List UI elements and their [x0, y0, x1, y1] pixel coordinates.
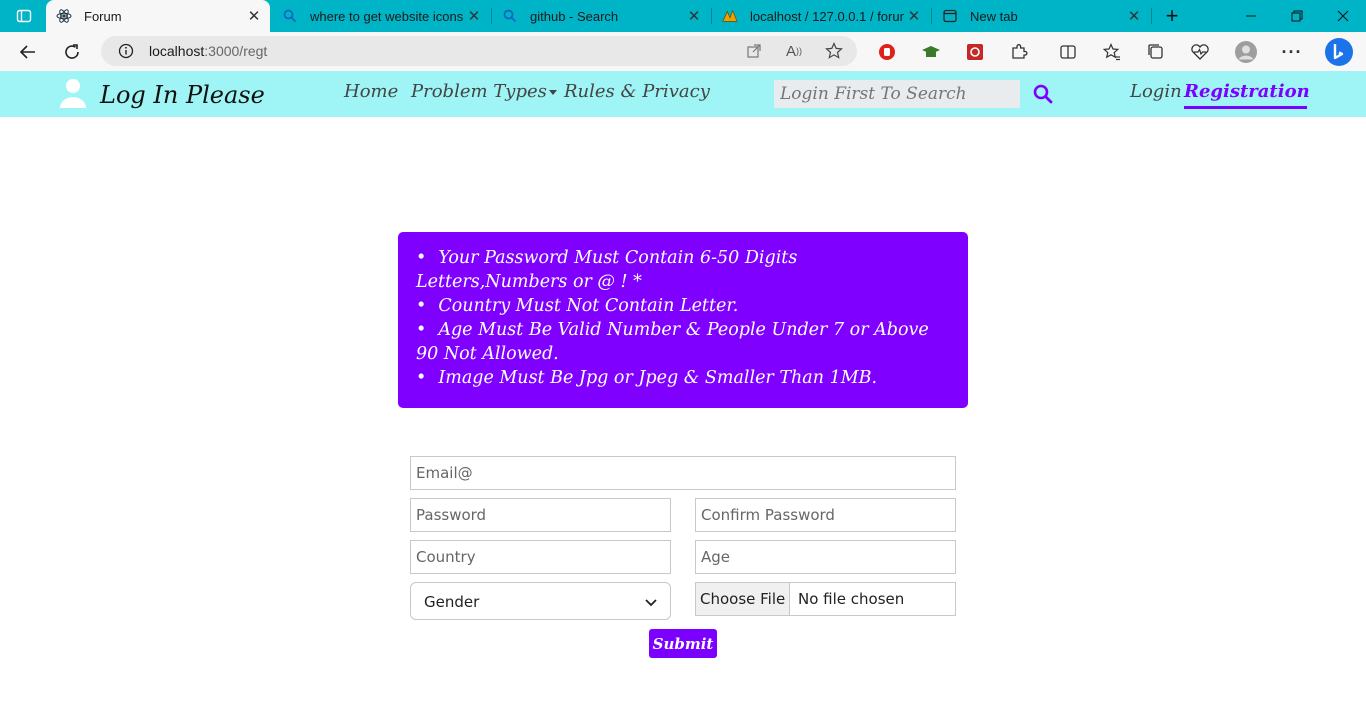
browser-toolbar: localhost:3000/regt A)) ··· [0, 32, 1366, 71]
close-tab-icon[interactable]: ✕ [684, 7, 704, 25]
rule-text: Your Password Must Contain 6-50 Digits L… [416, 248, 798, 292]
search-input[interactable] [774, 80, 1020, 108]
brand-title: Log In Please [100, 81, 265, 109]
close-tab-icon[interactable]: ✕ [464, 7, 484, 25]
site-info-icon[interactable] [112, 37, 140, 65]
refresh-icon[interactable] [58, 38, 86, 66]
tab-new-tab[interactable]: New tab ✕ [932, 0, 1150, 32]
nav-problem-types[interactable]: Problem Types [411, 81, 557, 102]
email-field[interactable] [410, 456, 956, 490]
tab-icons-search[interactable]: where to get website icons fo ✕ [272, 0, 490, 32]
registration-rules: • Your Password Must Contain 6-50 Digits … [398, 232, 968, 408]
password-field[interactable] [410, 498, 671, 532]
graduation-extension-icon[interactable] [917, 38, 945, 66]
react-icon [56, 8, 72, 24]
choose-file-button[interactable]: Choose File [696, 583, 790, 615]
rule-text: Age Must Be Valid Number & People Under … [416, 320, 929, 364]
nav-registration[interactable]: Registration [1184, 77, 1310, 109]
rule-item: • Your Password Must Contain 6-50 Digits … [416, 248, 798, 292]
tab-phpmyadmin[interactable]: localhost / 127.0.0.1 / forum ✕ [712, 0, 930, 32]
new-tab-button[interactable]: + [1149, 0, 1195, 32]
rule-item: • Image Must Be Jpg or Jpeg & Smaller Tha… [416, 368, 878, 388]
close-tab-icon[interactable]: ✕ [244, 7, 264, 25]
url-path: :3000/regt [204, 43, 268, 59]
open-in-app-icon[interactable] [740, 37, 768, 65]
caret-down-icon [548, 89, 557, 95]
age-field[interactable] [695, 540, 956, 574]
rule-item: • Age Must Be Valid Number & People Under… [416, 320, 929, 364]
search-icon [282, 8, 298, 24]
nav-login[interactable]: Login [1130, 81, 1182, 102]
rule-text: Country Must Not Contain Letter. [438, 296, 739, 316]
tab-title: where to get website icons fo [310, 8, 464, 24]
red-extension-icon[interactable] [961, 38, 989, 66]
more-menu-icon[interactable]: ··· [1278, 38, 1306, 66]
back-icon[interactable] [14, 38, 42, 66]
image-file-input[interactable]: Choose File No file chosen [695, 582, 956, 616]
favorites-icon[interactable] [1098, 38, 1126, 66]
tab-github-search[interactable]: github - Search ✕ [492, 0, 710, 32]
close-tab-icon[interactable]: ✕ [1124, 7, 1144, 25]
nav-home[interactable]: Home [344, 81, 398, 102]
tab-title: github - Search [530, 8, 619, 24]
address-bar[interactable]: localhost:3000/regt A)) [101, 36, 857, 66]
tab-title: New tab [970, 8, 1018, 24]
extensions-puzzle-icon[interactable] [1005, 38, 1033, 66]
search-icon[interactable] [1032, 83, 1054, 105]
rule-item: • Country Must Not Contain Letter. [416, 296, 739, 316]
tab-forum[interactable]: Forum ✕ [46, 0, 270, 32]
user-icon [58, 77, 88, 113]
browser-essentials-icon[interactable] [1186, 38, 1214, 66]
tab-title: localhost / 127.0.0.1 / forum [750, 8, 904, 24]
close-tab-icon[interactable]: ✕ [904, 7, 924, 25]
profile-avatar[interactable] [1232, 38, 1260, 66]
split-screen-icon[interactable] [1054, 38, 1082, 66]
close-window-button[interactable] [1320, 0, 1366, 32]
favorite-star-icon[interactable] [820, 37, 848, 65]
read-aloud-icon[interactable]: A)) [780, 37, 808, 65]
gender-select-value: Gender [424, 593, 480, 611]
restore-button[interactable] [1274, 0, 1320, 32]
tab-title: Forum [84, 8, 122, 24]
confirm-password-field[interactable] [695, 498, 956, 532]
gender-select[interactable]: Gender [410, 582, 671, 620]
minimize-button[interactable] [1228, 0, 1274, 32]
new-tab-page-icon [942, 8, 958, 24]
rule-text: Image Must Be Jpg or Jpeg & Smaller Than… [438, 368, 878, 388]
nav-rules-privacy[interactable]: Rules & Privacy [564, 81, 710, 102]
file-status: No file chosen [798, 590, 905, 608]
submit-button[interactable]: Submit [649, 629, 717, 658]
tab-actions-icon[interactable] [10, 2, 38, 30]
country-field[interactable] [410, 540, 671, 574]
bing-copilot-icon[interactable] [1323, 36, 1355, 68]
address-url: localhost:3000/regt [149, 43, 267, 59]
adblock-extension-icon[interactable] [873, 38, 901, 66]
nav-problem-types-label: Problem Types [411, 81, 547, 102]
brand[interactable]: Log In Please [58, 77, 265, 113]
url-host: localhost [149, 43, 205, 59]
site-navbar: Log In Please Home Problem Types Rules &… [0, 71, 1366, 117]
browser-tab-strip: Forum ✕ where to get website icons fo ✕ … [0, 0, 1366, 32]
search-icon [502, 8, 518, 24]
phpmyadmin-icon [722, 8, 738, 24]
chevron-down-icon [644, 595, 658, 613]
collections-icon[interactable] [1142, 38, 1170, 66]
